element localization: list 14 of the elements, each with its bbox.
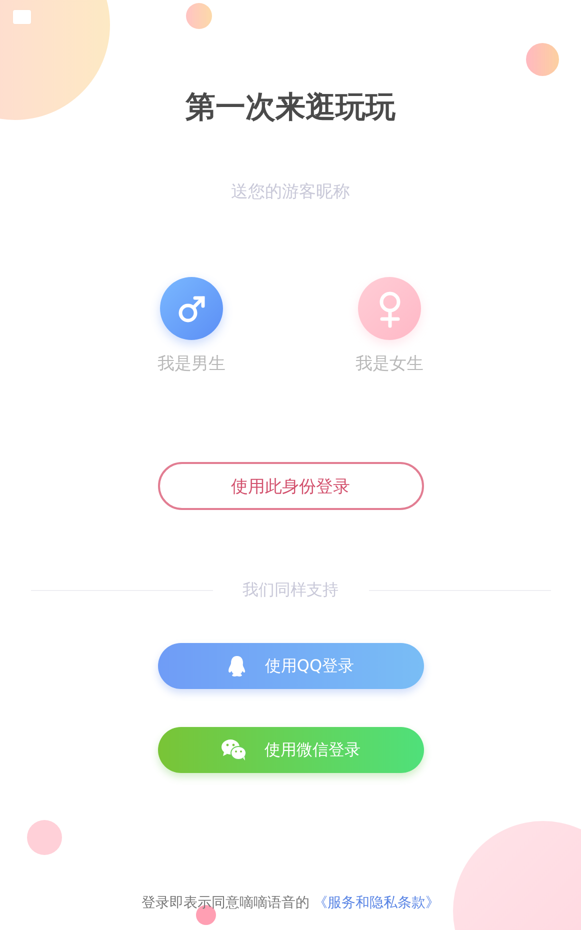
decorative-bubble [526, 43, 559, 76]
page-title: 第一次来逛玩玩 [186, 89, 396, 127]
penguin-icon [226, 655, 247, 677]
chat-bubbles-icon [220, 739, 246, 761]
identity-login-button[interactable]: 使用此身份登录 [158, 462, 424, 510]
gender-label: 我是男生 [158, 353, 226, 375]
wechat-login-button[interactable]: 使用微信登录 [158, 727, 424, 773]
male-option[interactable] [160, 277, 223, 340]
qq-login-button[interactable]: 使用QQ登录 [158, 643, 424, 689]
gender-label: 我是女生 [356, 353, 424, 375]
decorative-bubble [186, 3, 212, 29]
square-icon [13, 10, 31, 24]
terms-link[interactable]: 《服务和隐私条款》 [314, 894, 440, 912]
decorative-bubble [27, 820, 62, 855]
